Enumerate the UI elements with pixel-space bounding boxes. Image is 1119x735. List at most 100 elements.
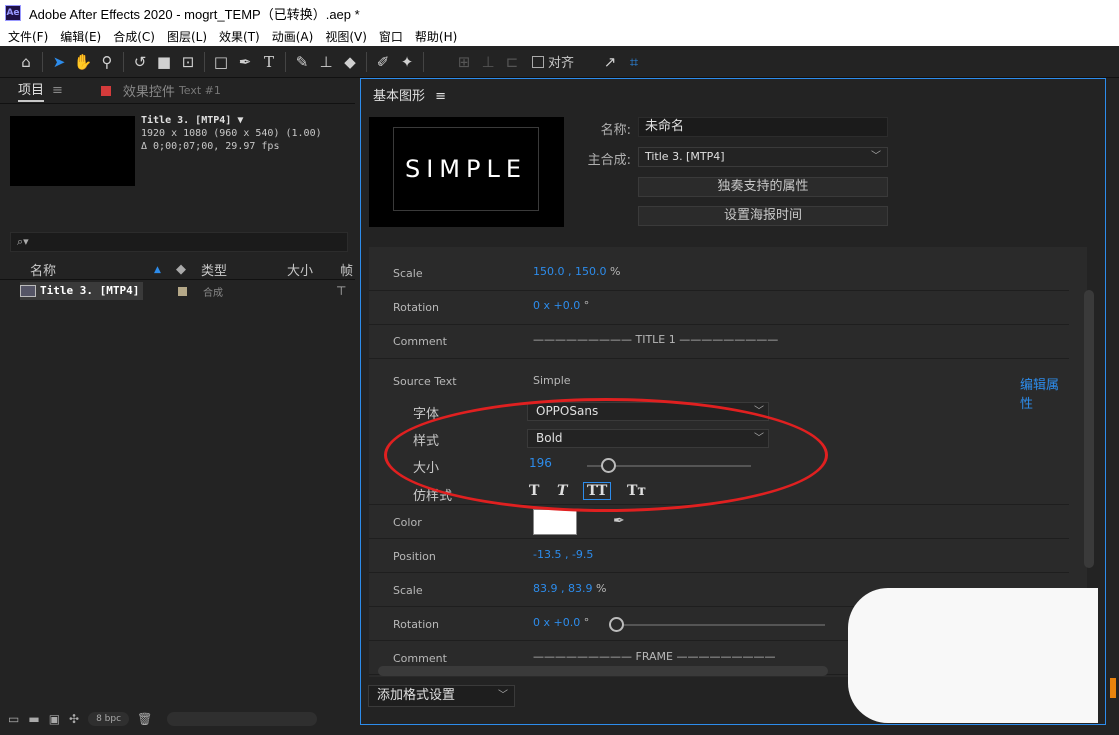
orange-indicator (1110, 678, 1116, 698)
clone-stamp-icon[interactable]: ⊥ (314, 50, 338, 74)
panel-menu-icon[interactable]: ≡ (52, 83, 63, 98)
source-text-value[interactable]: Simple (533, 374, 571, 387)
chevron-down-icon: ﹀ (498, 690, 508, 701)
faux-styles-label: 仿样式 (413, 489, 453, 504)
master-comp-select[interactable]: Title 3. [MTP4] ﹀ (638, 147, 888, 167)
bit-depth-button[interactable]: 8 bpc (88, 712, 130, 726)
type-icon[interactable]: T (257, 50, 281, 74)
toolbar-divider (285, 51, 286, 72)
faux-italic-button[interactable]: T (557, 483, 567, 499)
zoom-icon[interactable]: ⚲ (95, 50, 119, 74)
composition-icon (20, 285, 36, 297)
hand-icon[interactable]: ✋ (71, 50, 95, 74)
local-axis-icon: ⊞ (457, 52, 471, 71)
puppet-pin-icon[interactable]: ✦ (395, 50, 419, 74)
menu-help[interactable]: 帮助(H) (415, 28, 457, 45)
menu-edit[interactable]: 编辑(E) (60, 28, 101, 45)
toolbar-divider (366, 51, 367, 72)
roto-brush-icon[interactable]: ✐ (371, 50, 395, 74)
comment-text: ————————— TITLE 1 ————————— (533, 333, 779, 346)
eyedropper-icon[interactable]: ✒ (613, 513, 625, 529)
eraser-icon[interactable]: ◆ (338, 50, 362, 74)
set-poster-time-button[interactable]: 设置海报时间 (638, 206, 888, 226)
adjust-project-icon[interactable]: ✣ (69, 712, 79, 726)
menu-effect[interactable]: 效果(T) (219, 28, 260, 45)
color-swatch[interactable] (533, 509, 577, 535)
font-style-select[interactable]: Bold ﹀ (527, 429, 769, 448)
menu-composition[interactable]: 合成(C) (113, 28, 155, 45)
comp-info-size: 1920 x 1080 (960 x 540) (1.00) (141, 128, 322, 139)
rotation-value[interactable]: 0 x +0.0 ° (533, 299, 589, 312)
name-label: 名称: (600, 123, 631, 138)
position-value[interactable]: -13.5 , -9.5 (533, 548, 593, 561)
menu-file[interactable]: 文件(F) (8, 28, 48, 45)
properties-horizontal-scrollbar[interactable] (378, 666, 828, 676)
effects-lock-icon[interactable] (100, 85, 111, 96)
menu-layer[interactable]: 图层(L) (167, 28, 207, 45)
property-row-color[interactable]: Color ✒ (369, 505, 1069, 539)
column-name[interactable]: 名称 (30, 260, 56, 279)
brush-icon[interactable]: ✎ (290, 50, 314, 74)
new-comp-icon[interactable]: ▣ (49, 712, 60, 726)
menu-animation[interactable]: 动画(A) (272, 28, 314, 45)
interpret-footage-icon[interactable]: ▭ (8, 712, 19, 726)
column-size[interactable]: 大小 (287, 260, 313, 279)
comp-info-name[interactable]: Title 3. [MTP4] ▼ (141, 114, 322, 127)
pan-behind-icon[interactable]: ⊡ (176, 50, 200, 74)
snap-icon[interactable]: ↗ (598, 50, 622, 74)
property-row-comment: Comment ————————— TITLE 1 ————————— (369, 325, 1069, 359)
snap-target-icon[interactable]: ⌗ (622, 50, 646, 74)
flowchart-icon[interactable]: ⊤ (336, 284, 346, 298)
rotation-slider-knob[interactable] (609, 617, 624, 632)
property-row-position[interactable]: Position -13.5 , -9.5 (369, 539, 1069, 573)
camera-icon[interactable]: ■ (152, 50, 176, 74)
property-row-rotation[interactable]: Rotation 0 x +0.0 ° (369, 291, 1069, 325)
font-size-slider-knob[interactable] (601, 458, 616, 473)
panel-title[interactable]: 基本图形 (373, 89, 425, 104)
panel-menu-icon[interactable]: ≡ (435, 89, 446, 104)
property-label: Position (393, 550, 436, 563)
all-caps-button[interactable]: TT (583, 482, 612, 500)
property-row-scale[interactable]: Scale 150.0 , 150.0 % (369, 257, 1069, 291)
property-row-source-text[interactable]: Source Text Simple 编辑属性 字体 OPPOSans ﹀ 样式… (369, 359, 1069, 505)
view-axis-icon: ⊏ (505, 52, 519, 71)
label-color-swatch[interactable] (178, 286, 187, 296)
column-frame[interactable]: 帧 (340, 260, 353, 279)
align-checkbox[interactable] (532, 55, 544, 68)
pen-icon[interactable]: ✒ (233, 50, 257, 74)
faux-bold-button[interactable]: T (529, 483, 539, 499)
scale-value[interactable]: 83.9 , 83.9 % (533, 582, 606, 595)
rotate-icon[interactable]: ↺ (128, 50, 152, 74)
home-icon[interactable]: ⌂ (14, 50, 38, 74)
rectangle-icon[interactable]: □ (209, 50, 233, 74)
rotation-slider-track[interactable] (611, 624, 825, 626)
solo-supported-properties-button[interactable]: 独奏支持的属性 (638, 177, 888, 197)
edit-properties-link[interactable]: 编辑属性 (1020, 374, 1069, 412)
new-folder-icon[interactable]: ▬ (28, 712, 39, 726)
project-search-input[interactable]: ⌕▾ (10, 232, 348, 252)
font-value: OPPOSans (536, 404, 599, 418)
thumbnail-size-slider[interactable] (167, 712, 318, 726)
menu-view[interactable]: 视图(V) (325, 28, 367, 45)
label-tag-icon[interactable]: ◆ (176, 262, 186, 277)
template-name-input[interactable]: 未命名 (638, 117, 888, 137)
project-item-type: 合成 (203, 287, 223, 299)
toolbar-divider (42, 51, 43, 72)
column-type[interactable]: 类型 (201, 260, 227, 279)
tab-effect-controls[interactable]: 效果控件 (123, 81, 175, 100)
tab-project[interactable]: 项目 (18, 79, 45, 102)
small-caps-button[interactable]: Tт (627, 483, 646, 499)
selection-arrow-icon[interactable]: ➤ (47, 50, 71, 74)
scale-value[interactable]: 150.0 , 150.0 % (533, 265, 620, 278)
align-toggle[interactable]: 对齐 (532, 52, 574, 71)
font-select[interactable]: OPPOSans ﹀ (527, 402, 769, 421)
property-label: Comment (393, 335, 447, 348)
rotation-value[interactable]: 0 x +0.0 ° (533, 616, 589, 629)
table-row[interactable]: Title 3. [MTP4] 合成 ⊤ (0, 281, 355, 301)
add-formatting-select[interactable]: 添加格式设置 ﹀ (368, 685, 515, 707)
properties-vertical-scrollbar[interactable] (1084, 290, 1094, 568)
trash-icon[interactable]: 🗑 (137, 712, 152, 726)
font-size-value[interactable]: 196 (529, 456, 552, 470)
menu-window[interactable]: 窗口 (379, 28, 403, 45)
project-item-name[interactable]: Title 3. [MTP4] (20, 282, 144, 300)
